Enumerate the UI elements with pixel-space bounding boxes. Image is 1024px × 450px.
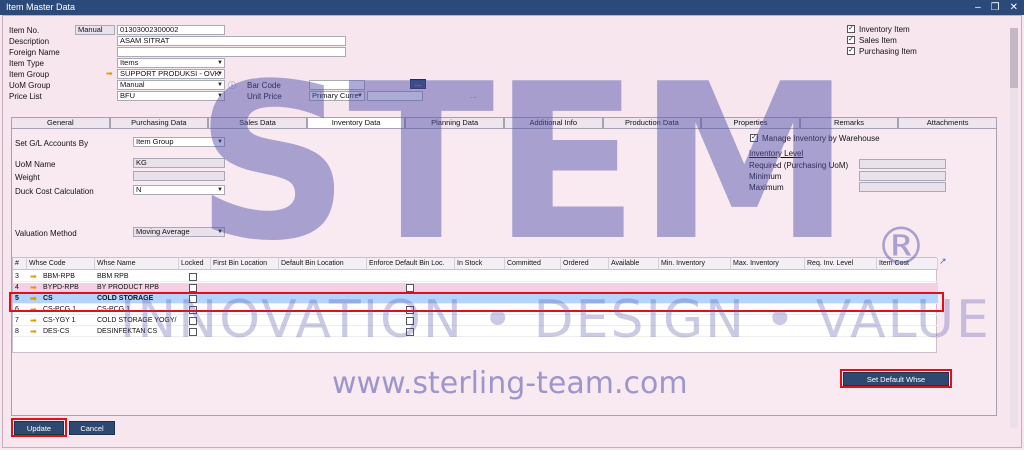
expand-grid-icon[interactable]: ↗ bbox=[939, 256, 947, 267]
whse-code: DES-CS bbox=[43, 328, 70, 335]
set-default-highlight bbox=[840, 369, 952, 388]
item-no-field[interactable]: 01303002300002 bbox=[117, 25, 225, 35]
uom-group-label: UoM Group bbox=[9, 81, 51, 90]
vertical-scrollbar[interactable] bbox=[1010, 28, 1018, 428]
item-no-label: Item No. bbox=[9, 26, 40, 35]
link-arrow-icon[interactable]: ➡ bbox=[28, 327, 37, 337]
row-num: 8 bbox=[15, 328, 19, 335]
minimize-icon[interactable]: – bbox=[975, 0, 981, 15]
inventory-item-label: Inventory Item bbox=[859, 25, 910, 34]
watermark-registered-mark: ® bbox=[875, 217, 927, 277]
row-num: 7 bbox=[15, 317, 19, 324]
minimum-field[interactable] bbox=[859, 171, 946, 181]
restore-icon[interactable]: ❐ bbox=[991, 0, 1000, 15]
scrollbar-thumb[interactable] bbox=[1010, 28, 1018, 88]
tab-purchasing-data[interactable]: Purchasing Data bbox=[109, 117, 209, 128]
watermark-tagline: INNOVATION • DESIGN • VALUE bbox=[120, 290, 991, 350]
sales-item-label: Sales Item bbox=[859, 36, 897, 45]
purchasing-item-label: Purchasing Item bbox=[859, 47, 917, 56]
update-highlight bbox=[11, 418, 67, 437]
window-titlebar: Item Master Data – ❐ ✕ bbox=[0, 0, 1024, 15]
tab-attachments[interactable]: Attachments bbox=[898, 117, 997, 128]
maximum-field[interactable] bbox=[859, 182, 946, 192]
link-arrow-icon[interactable]: ➡ bbox=[106, 69, 113, 78]
valuation-method-label: Valuation Method bbox=[15, 229, 77, 238]
link-arrow-icon[interactable]: ➡ bbox=[28, 272, 37, 282]
inventory-item-checkbox[interactable]: ✓ bbox=[847, 25, 855, 33]
watermark-url: www.sterling-team.com bbox=[332, 366, 688, 401]
item-group-label: Item Group bbox=[9, 70, 50, 79]
description-label: Description bbox=[9, 37, 50, 46]
duck-cost-label: Duck Cost Calculation bbox=[15, 187, 94, 196]
weight-label: Weight bbox=[15, 173, 40, 182]
whse-name: BBM RPB bbox=[97, 273, 129, 280]
item-no-series[interactable]: Manual bbox=[75, 25, 115, 35]
window-controls: – ❐ ✕ bbox=[975, 0, 1018, 15]
row-num: 3 bbox=[15, 273, 19, 280]
foreign-name-label: Foreign Name bbox=[9, 48, 60, 57]
close-icon[interactable]: ✕ bbox=[1010, 0, 1018, 15]
col-header-whse-code[interactable]: Whse Code bbox=[27, 258, 95, 270]
uom-name-label: UoM Name bbox=[15, 160, 56, 169]
whse-code: BBM-RPB bbox=[43, 273, 75, 280]
col-header-whse-name[interactable]: Whse Name bbox=[95, 258, 179, 270]
tab-general[interactable]: General bbox=[11, 117, 110, 128]
col-header-num[interactable]: # bbox=[13, 258, 27, 270]
watermark-logo-letters: STEM bbox=[195, 37, 851, 288]
price-list-label: Price List bbox=[9, 92, 42, 101]
required-field[interactable] bbox=[859, 159, 946, 169]
cancel-button[interactable]: Cancel bbox=[69, 421, 115, 435]
link-arrow-icon[interactable]: ➡ bbox=[28, 316, 37, 326]
window-title: Item Master Data bbox=[6, 2, 76, 12]
item-type-label: Item Type bbox=[9, 59, 44, 68]
whse-code: CS-YGY 1 bbox=[43, 317, 76, 324]
gl-accounts-label: Set G/L Accounts By bbox=[15, 139, 89, 148]
